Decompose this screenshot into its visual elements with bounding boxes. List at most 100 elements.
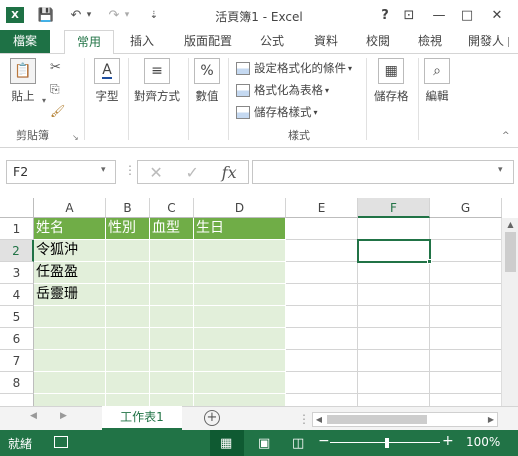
scroll-left-icon[interactable]: ◀ (313, 413, 325, 426)
cell-e6[interactable] (286, 328, 358, 350)
vertical-scroll-thumb[interactable] (505, 232, 516, 272)
column-header-b[interactable]: B (106, 198, 150, 218)
cell-b4[interactable] (106, 284, 150, 306)
active-cell-f2[interactable] (357, 239, 431, 263)
cell-g7[interactable] (430, 350, 502, 372)
select-all-corner[interactable] (0, 198, 34, 218)
cell-g2[interactable] (430, 240, 502, 262)
cell-e3[interactable] (286, 262, 358, 284)
cell-f3[interactable] (358, 262, 430, 284)
cell-b1[interactable]: 性別 (106, 218, 150, 240)
cell-styles-button[interactable]: 儲存格樣式 ▾ (236, 102, 318, 122)
undo-icon[interactable]: ↶ (66, 5, 86, 25)
enter-icon[interactable]: ✓ (186, 163, 199, 182)
tab-page-layout[interactable]: 版面配置 (176, 30, 240, 53)
cell-d5[interactable] (194, 306, 286, 328)
insert-function-icon[interactable]: fx (222, 163, 237, 182)
horizontal-scrollbar[interactable]: ◀ ▶ (312, 412, 498, 427)
cut-icon[interactable]: ✂ (50, 60, 61, 75)
cell-c4[interactable] (150, 284, 194, 306)
cell-c2[interactable] (150, 240, 194, 262)
cell-d3[interactable] (194, 262, 286, 284)
cell-a4[interactable]: 岳靈珊 (34, 284, 106, 306)
row-header-9[interactable] (0, 394, 34, 406)
horizontal-scroll-thumb[interactable] (327, 415, 427, 424)
close-button[interactable]: ✕ (486, 5, 508, 25)
cell-g6[interactable] (430, 328, 502, 350)
cell-a8[interactable] (34, 372, 106, 394)
tab-formulas[interactable]: 公式 (250, 30, 294, 53)
cell-d4[interactable] (194, 284, 286, 306)
cell-b7[interactable] (106, 350, 150, 372)
row-header-3[interactable]: 3 (0, 262, 34, 284)
cell-g5[interactable] (430, 306, 502, 328)
cell-a3[interactable]: 任盈盈 (34, 262, 106, 284)
column-header-f[interactable]: F (358, 198, 430, 218)
redo-dropdown-icon[interactable]: ▾ (122, 5, 132, 25)
row-header-5[interactable]: 5 (0, 306, 34, 328)
page-layout-view-icon[interactable]: ▣ (258, 436, 270, 451)
cell-c9[interactable] (150, 394, 194, 406)
ribbon-display-button[interactable]: ⊡ (398, 5, 420, 25)
prev-sheet-icon[interactable]: ◀ (30, 411, 37, 421)
cell-b2[interactable] (106, 240, 150, 262)
zoom-in-button[interactable]: + (442, 433, 454, 449)
cell-a2[interactable]: 令狐沖 (34, 240, 106, 262)
cell-f7[interactable] (358, 350, 430, 372)
name-box[interactable]: F2 (6, 160, 116, 184)
tab-developer[interactable]: 開發人 (462, 30, 510, 53)
scroll-up-icon[interactable]: ▲ (502, 218, 518, 232)
conditional-formatting-button[interactable]: 設定格式化的條件 ▾ (236, 58, 352, 78)
cell-f6[interactable] (358, 328, 430, 350)
cell-e4[interactable] (286, 284, 358, 306)
vertical-scrollbar[interactable]: ▲ (501, 218, 518, 406)
format-painter-icon[interactable]: 🖌 (50, 104, 65, 118)
cells-button[interactable]: ▦ 儲存格 (374, 58, 409, 104)
cancel-icon[interactable]: ✕ (149, 163, 162, 182)
cell-e7[interactable] (286, 350, 358, 372)
cell-a7[interactable] (34, 350, 106, 372)
paste-button[interactable]: 📋 貼上 (10, 58, 36, 104)
redo-icon[interactable]: ↷ (104, 5, 124, 25)
next-sheet-icon[interactable]: ▶ (60, 411, 67, 421)
cell-f4[interactable] (358, 284, 430, 306)
tab-view[interactable]: 檢視 (408, 30, 452, 53)
column-header-a[interactable]: A (34, 198, 106, 218)
row-header-2[interactable]: 2 (0, 240, 34, 262)
cell-g4[interactable] (430, 284, 502, 306)
sheet-tab-1[interactable]: 工作表1 (102, 406, 182, 430)
tab-home[interactable]: 常用 (64, 30, 114, 54)
cell-b5[interactable] (106, 306, 150, 328)
save-icon[interactable]: 💾 (36, 5, 56, 25)
cell-c6[interactable] (150, 328, 194, 350)
cell-f1[interactable] (358, 218, 430, 240)
formula-input[interactable] (252, 160, 514, 184)
paste-dropdown-icon[interactable]: ▾ (42, 96, 46, 105)
undo-dropdown-icon[interactable]: ▾ (84, 5, 94, 25)
cell-f5[interactable] (358, 306, 430, 328)
scroll-right-icon[interactable]: ▶ (485, 413, 497, 426)
page-break-view-icon[interactable]: ◫ (292, 436, 304, 451)
cell-e1[interactable] (286, 218, 358, 240)
add-sheet-icon[interactable]: + (204, 410, 220, 426)
cell-e2[interactable] (286, 240, 358, 262)
expand-formula-bar-icon[interactable]: ▾ (498, 165, 503, 175)
maximize-button[interactable]: □ (456, 5, 478, 25)
zoom-slider-thumb[interactable] (385, 438, 389, 448)
cell-e9[interactable] (286, 394, 358, 406)
cell-c8[interactable] (150, 372, 194, 394)
editing-button[interactable]: ⌕ 編輯 (424, 58, 450, 104)
alignment-button[interactable]: ≡ 對齊方式 (134, 58, 180, 104)
cell-a6[interactable] (34, 328, 106, 350)
cell-c3[interactable] (150, 262, 194, 284)
row-header-6[interactable]: 6 (0, 328, 34, 350)
cell-b9[interactable] (106, 394, 150, 406)
column-header-e[interactable]: E (286, 198, 358, 218)
cell-d6[interactable] (194, 328, 286, 350)
cell-b3[interactable] (106, 262, 150, 284)
cell-d9[interactable] (194, 394, 286, 406)
cell-a5[interactable] (34, 306, 106, 328)
cell-c7[interactable] (150, 350, 194, 372)
column-header-d[interactable]: D (194, 198, 286, 218)
cell-a1[interactable]: 姓名 (34, 218, 106, 240)
